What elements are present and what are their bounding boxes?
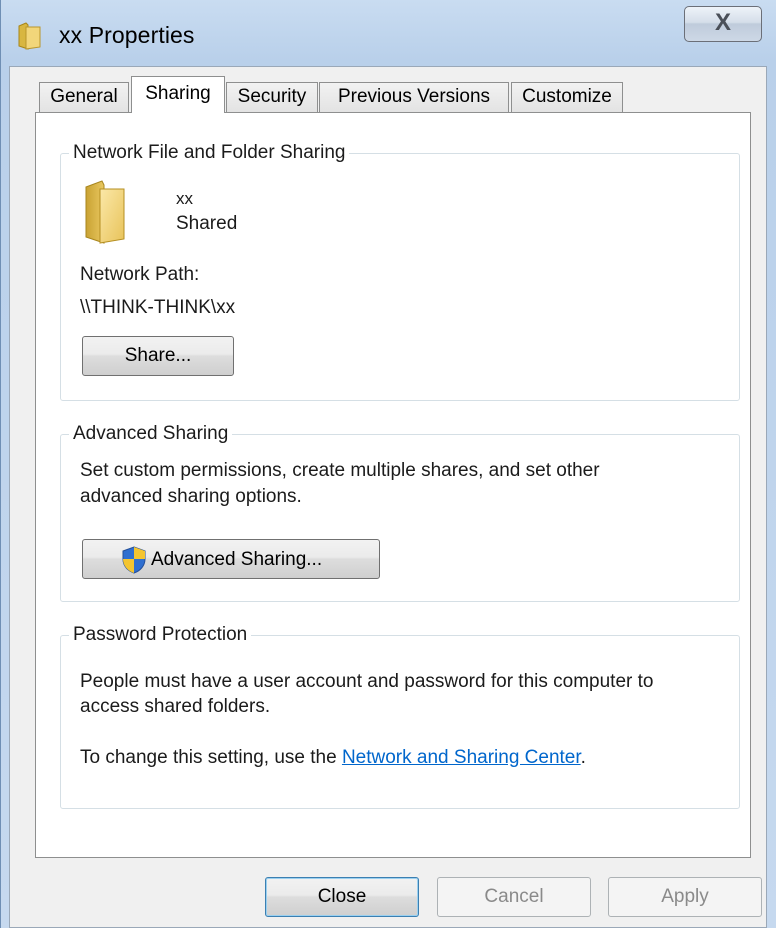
password-protection-desc-2: access shared folders. <box>80 696 271 717</box>
share-status: Shared <box>176 213 238 234</box>
advanced-sharing-desc-1: Set custom permissions, create multiple … <box>80 460 600 481</box>
properties-window: xx Properties X General Sharing Security… <box>0 0 776 928</box>
tab-customize[interactable]: Customize <box>511 82 623 112</box>
network-sharing-center-link[interactable]: Network and Sharing Center <box>342 747 581 768</box>
close-button[interactable]: Close <box>265 877 419 917</box>
cancel-button[interactable]: Cancel <box>437 877 591 917</box>
password-protection-title: Password Protection <box>69 623 252 647</box>
tab-previous-versions[interactable]: Previous Versions <box>319 82 509 112</box>
advanced-sharing-desc-2: advanced sharing options. <box>80 486 302 507</box>
close-window-button[interactable]: X <box>684 6 762 42</box>
network-sharing-title: Network File and Folder Sharing <box>69 141 350 165</box>
window-title: xx Properties <box>59 22 195 48</box>
password-protection-desc-1: People must have a user account and pass… <box>80 671 654 692</box>
change-setting-line: To change this setting, use the Network … <box>80 744 586 771</box>
share-button[interactable]: Share... <box>82 336 234 376</box>
tab-sharing[interactable]: Sharing <box>131 76 225 113</box>
folder-icon <box>18 22 41 50</box>
uac-shield-icon <box>122 546 146 574</box>
apply-button[interactable]: Apply <box>608 877 762 917</box>
folder-icon <box>85 180 125 244</box>
title-bar[interactable]: xx Properties X <box>1 0 776 70</box>
change-setting-suffix: . <box>580 747 586 768</box>
advanced-sharing-button[interactable]: Advanced Sharing... <box>82 539 380 579</box>
network-path-value: \\THINK-THINK\xx <box>80 297 236 318</box>
network-path-label: Network Path: <box>80 264 200 285</box>
folder-name: xx <box>176 189 193 208</box>
tab-general[interactable]: General <box>39 82 129 112</box>
change-setting-prefix: To change this setting, use the <box>80 747 342 768</box>
advanced-sharing-title: Advanced Sharing <box>69 422 233 446</box>
sharing-tab-page: Network File and Folder Sharing xx Share… <box>35 112 751 858</box>
tab-security[interactable]: Security <box>226 82 318 112</box>
password-protection-group: Password Protection <box>60 623 740 809</box>
advanced-sharing-button-label: Advanced Sharing... <box>151 549 323 570</box>
